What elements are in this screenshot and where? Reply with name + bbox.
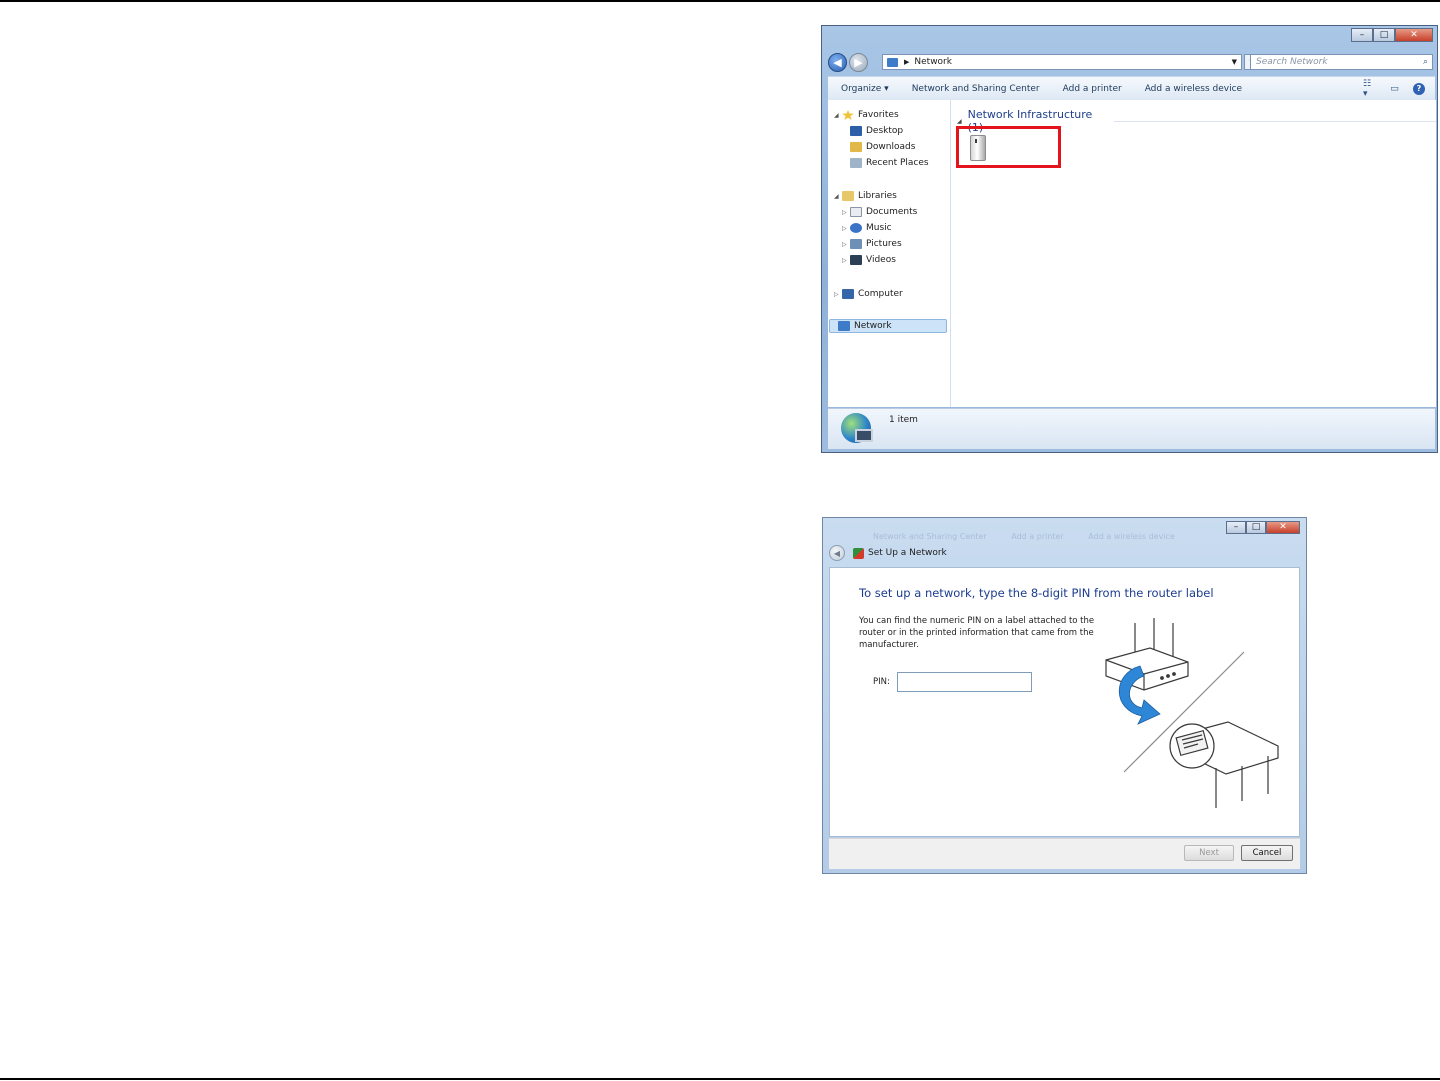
dialog-description: You can find the numeric PIN on a label …: [859, 616, 1095, 650]
top-rule: [0, 0, 1440, 2]
add-wireless-device-button[interactable]: Add a wireless device: [1145, 84, 1242, 94]
router-device-icon[interactable]: [970, 135, 986, 161]
nav-label: Network: [854, 321, 892, 331]
organize-menu[interactable]: Organize ▾: [841, 84, 889, 94]
back-button[interactable]: ◀: [828, 53, 847, 72]
forward-button[interactable]: ▶: [849, 53, 868, 72]
chevron-down-icon[interactable]: ▼: [1232, 58, 1237, 66]
next-button[interactable]: Next: [1184, 845, 1234, 861]
search-input[interactable]: Search Network ⌕: [1250, 54, 1433, 70]
router-bottom-icon: [1169, 721, 1279, 808]
router-top-icon: [1105, 618, 1189, 691]
dialog-title: Set Up a Network: [868, 548, 947, 558]
ghost-label: Network and Sharing Center: [873, 532, 987, 541]
help-icon[interactable]: ?: [1413, 82, 1425, 95]
address-bar[interactable]: ▶ Network ▼: [882, 54, 1242, 70]
maximize-button[interactable]: □: [1246, 521, 1266, 534]
nav-label: Documents: [866, 207, 918, 217]
pin-input[interactable]: [897, 672, 1032, 692]
nav-documents[interactable]: ▷ Documents: [842, 205, 917, 219]
add-printer-button[interactable]: Add a printer: [1063, 84, 1122, 94]
network-icon: [838, 321, 850, 331]
search-icon[interactable]: ⌕: [1423, 55, 1428, 69]
nav-pictures[interactable]: ▷ Pictures: [842, 237, 902, 251]
expand-arrow-icon[interactable]: ▷: [834, 291, 842, 298]
file-list: ◢ Network Infrastructure (1): [951, 100, 1436, 407]
star-icon: [842, 110, 854, 120]
downloads-icon: [850, 142, 862, 152]
nav-label: Pictures: [866, 239, 902, 249]
setup-network-dialog: Network and Sharing Center Add a printer…: [822, 517, 1307, 874]
nav-favorites[interactable]: ◢ Favorites: [834, 108, 899, 122]
breadcrumb-arrow-icon: ▶: [904, 58, 910, 66]
libraries-icon: [842, 191, 854, 201]
command-bar: Organize ▾ Network and Sharing Center Ad…: [828, 76, 1435, 101]
ghost-label: Add a wireless device: [1088, 532, 1175, 541]
collapse-arrow-icon[interactable]: ◢: [957, 118, 962, 125]
minimize-button[interactable]: –: [1226, 521, 1246, 534]
expand-arrow-icon[interactable]: ▷: [842, 257, 850, 264]
nav-label: Music: [866, 223, 892, 233]
network-globe-icon: [841, 413, 873, 443]
desktop-icon: [850, 126, 862, 136]
expand-arrow-icon[interactable]: ▷: [842, 241, 850, 248]
nav-label: Downloads: [866, 142, 916, 152]
dialog-heading: To set up a network, type the 8-digit PI…: [859, 586, 1214, 600]
nav-label: Videos: [866, 255, 896, 265]
change-view-icon[interactable]: ☷ ▾: [1363, 79, 1376, 99]
network-setup-icon: [853, 547, 864, 559]
status-bar: 1 item: [828, 408, 1435, 449]
bottom-rule: [0, 1078, 1440, 1080]
explorer-window: – □ ✕ ◀ ▶ ▶ Network ▼ ↻ Search Network ⌕…: [821, 25, 1438, 453]
network-icon: [887, 57, 898, 67]
dialog-title-bar: ◀ Set Up a Network: [829, 545, 947, 561]
nav-label: Favorites: [858, 110, 899, 120]
expand-arrow-icon[interactable]: ▷: [842, 225, 850, 232]
address-row: ◀ ▶ ▶ Network ▼ ↻ Search Network ⌕: [828, 53, 1433, 73]
nav-label: Libraries: [858, 191, 897, 201]
search-placeholder: Search Network: [1256, 57, 1328, 67]
dialog-body: To set up a network, type the 8-digit PI…: [829, 567, 1300, 837]
videos-icon: [850, 255, 862, 265]
nav-label: Recent Places: [866, 158, 929, 168]
back-arrow-icon[interactable]: ◀: [829, 545, 845, 561]
background-ghost-toolbar: Network and Sharing Center Add a printer…: [873, 532, 1197, 541]
recent-places-icon: [850, 158, 862, 168]
nav-music[interactable]: ▷ Music: [842, 221, 892, 235]
dialog-window-controls: – □ ✕: [1226, 521, 1300, 534]
nav-downloads[interactable]: Downloads: [850, 140, 915, 154]
expand-arrow-icon[interactable]: ◢: [834, 112, 842, 119]
network-sharing-center-button[interactable]: Network and Sharing Center: [912, 84, 1040, 94]
nav-videos[interactable]: ▷ Videos: [842, 253, 896, 267]
maximize-button[interactable]: □: [1373, 28, 1395, 42]
item-count: 1 item: [889, 415, 918, 425]
close-button[interactable]: ✕: [1266, 521, 1300, 534]
group-divider: [1113, 120, 1436, 122]
nav-label: Desktop: [866, 126, 904, 136]
ghost-label: Add a printer: [1011, 532, 1064, 541]
window-controls: – □ ✕: [1351, 28, 1433, 42]
navigation-pane: ◢ Favorites Desktop Downloads Recent Pla…: [828, 100, 951, 407]
pictures-icon: [850, 239, 862, 249]
expand-arrow-icon[interactable]: ▷: [842, 209, 850, 216]
router-label-illustration: [1105, 618, 1279, 808]
close-button[interactable]: ✕: [1395, 28, 1433, 42]
nav-recent-places[interactable]: Recent Places: [850, 156, 929, 170]
nav-network[interactable]: Network: [829, 319, 947, 333]
cancel-button[interactable]: Cancel: [1241, 845, 1293, 861]
documents-icon: [850, 207, 862, 217]
music-icon: [850, 223, 862, 233]
nav-libraries[interactable]: ◢ Libraries: [834, 189, 897, 203]
dialog-footer: Next Cancel: [829, 838, 1300, 869]
nav-label: Computer: [858, 289, 903, 299]
nav-desktop[interactable]: Desktop: [850, 124, 903, 138]
router-highlight-box: [956, 126, 1061, 168]
breadcrumb-network[interactable]: Network: [914, 57, 952, 67]
computer-icon: [842, 289, 854, 299]
expand-arrow-icon[interactable]: ◢: [834, 193, 842, 200]
pin-label: PIN:: [873, 677, 890, 687]
nav-computer[interactable]: ▷ Computer: [834, 287, 903, 301]
preview-pane-icon[interactable]: ▭: [1388, 83, 1401, 94]
minimize-button[interactable]: –: [1351, 28, 1373, 42]
